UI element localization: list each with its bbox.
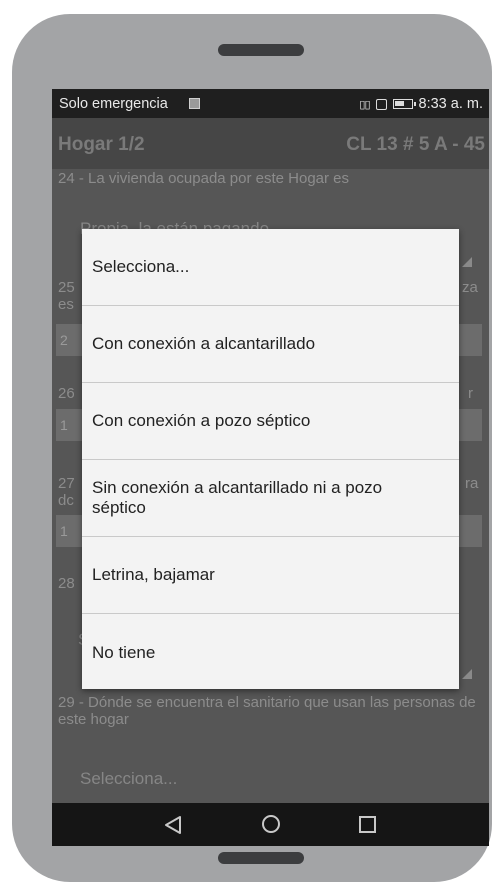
battery-icon (392, 99, 416, 109)
recent-apps-icon[interactable] (359, 816, 376, 833)
carrier-label: Solo emergencia (59, 96, 168, 112)
app-header: Hogar 1/2 CL 13 # 5 A - 45 (52, 118, 489, 169)
phone-icon (375, 98, 387, 110)
clock: 8:33 a. m. (418, 96, 483, 112)
field-27-value: 1 (60, 523, 68, 539)
address-title: CL 13 # 5 A - 45 (346, 134, 485, 155)
status-icons: ▯▯ 8:33 a. m. (359, 96, 483, 112)
question-24: 24 - La vivienda ocupada por este Hogar … (58, 170, 350, 187)
dropdown-arrow-icon (462, 669, 472, 679)
back-icon[interactable] (164, 815, 182, 835)
screen: Solo emergencia ▯▯ 8:33 a. m. Hogar 1/2 … (52, 89, 489, 846)
question-25-end: za (462, 279, 478, 296)
vibrate-icon: ▯▯ (359, 98, 370, 111)
speaker-grille (218, 44, 304, 56)
option-pozo-septico[interactable]: Con conexión a pozo séptico (82, 383, 459, 460)
navigation-bar (52, 803, 489, 846)
sim-icon (189, 98, 200, 109)
options-dialog: Selecciona... Con conexión a alcantarill… (82, 229, 459, 689)
home-button[interactable] (218, 852, 304, 864)
question-29-answer[interactable]: Selecciona... (80, 769, 177, 789)
option-letrina-bajamar[interactable]: Letrina, bajamar (82, 537, 459, 614)
status-bar: Solo emergencia ▯▯ 8:33 a. m. (52, 89, 489, 118)
dropdown-arrow-icon (462, 257, 472, 267)
question-26-end: r (468, 385, 473, 402)
option-no-tiene[interactable]: No tiene (82, 614, 459, 691)
household-title: Hogar 1/2 (58, 134, 145, 155)
home-icon[interactable] (262, 815, 280, 833)
option-selecciona[interactable]: Selecciona... (82, 229, 459, 306)
phone-frame: Solo emergencia ▯▯ 8:33 a. m. Hogar 1/2 … (12, 14, 492, 882)
option-sin-conexion[interactable]: Sin conexión a alcantarillado ni a pozo … (82, 460, 459, 537)
option-alcantarillado[interactable]: Con conexión a alcantarillado (82, 306, 459, 383)
question-27-end: ra (465, 475, 479, 492)
question-29: 29 - Dónde se encuentra el sanitario que… (58, 694, 476, 728)
field-26-value: 1 (60, 417, 68, 433)
field-25-value: 2 (60, 332, 68, 348)
